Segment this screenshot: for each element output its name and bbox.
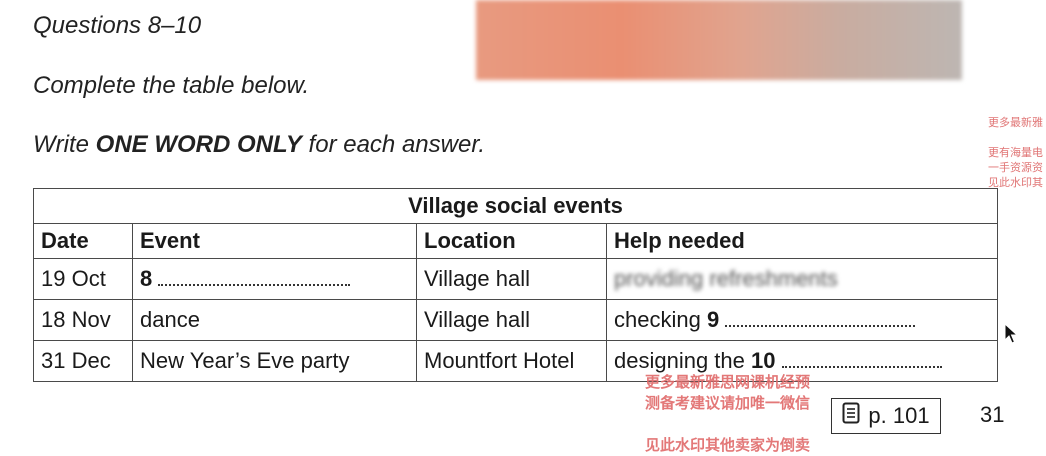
watermark-line: 更多最新雅 [988,117,1043,129]
document-icon [842,402,860,430]
question-number-9: 9 [706,307,720,332]
village-events-table: Village social events Date Event Locatio… [33,188,998,382]
watermark-line: 更多最新雅思网课机经预 [645,374,811,391]
table-caption-row: Village social events [33,188,998,224]
watermark-line: 更有海量电 [988,147,1043,159]
event-cell: New Year’s Eve party [132,340,417,382]
help-cell: checking 9 [606,299,998,341]
column-header-event: Event [132,223,417,259]
watermark-line: 见此水印其 [988,177,1043,189]
watermark-line: 一手资源资 [988,162,1043,174]
page-reference-box[interactable]: p. 101 [831,398,941,434]
instruction-word-limit-bold: ONE WORD ONLY [95,131,302,158]
help-cell: providing refreshments [606,258,998,300]
watermark-bottom: 更多最新雅思网课机经预 测备考建议请加唯一微信 见此水印其他卖家为倒卖 [645,372,810,456]
answer-blank-8[interactable] [158,270,351,286]
help-text-partially-blurred: providing refreshments [614,266,838,291]
questions-title: Questions 8–10 [33,12,202,39]
column-header-help: Help needed [606,223,998,259]
blurred-image-region [476,0,962,80]
help-text: designing the [614,348,751,373]
event-cell: dance [132,299,417,341]
instruction-suffix: for each answer. [301,131,486,158]
question-number-10: 10 [751,348,776,373]
mouse-pointer-icon [1004,322,1019,350]
instruction-prefix: Write [33,131,96,158]
date-cell: 31 Dec [33,340,133,382]
answer-blank-10[interactable] [781,352,942,368]
instruction-complete-table: Complete the table below. [33,72,310,99]
table-header-row: Date Event Location Help needed [33,223,998,259]
location-cell: Village hall [416,299,607,341]
watermark-right: 更多最新雅 更有海量电 一手资源资 见此水印其 [988,116,1043,191]
table-row: 19 Oct 8 Village hall providing refreshm… [33,258,998,300]
page-reference-label: p. 101 [868,403,930,428]
page-number: 31 [980,402,1005,427]
watermark-line: 见此水印其他卖家为倒卖 [645,437,811,454]
table-row: 18 Nov dance Village hall checking 9 [33,299,998,341]
table-caption: Village social events [33,188,998,224]
column-header-location: Location [416,223,607,259]
question-number-8: 8 [140,266,153,291]
instruction-word-limit: Write ONE WORD ONLY for each answer. [33,131,485,159]
answer-blank-9[interactable] [725,311,916,327]
watermark-line: 测备考建议请加唯一微信 [645,395,811,412]
location-cell: Village hall [416,258,607,300]
date-cell: 19 Oct [33,258,133,300]
table-row: 31 Dec New Year’s Eve party Mountfort Ho… [33,340,998,382]
column-header-date: Date [33,223,133,259]
date-cell: 18 Nov [33,299,133,341]
help-text: checking [614,307,707,332]
location-cell: Mountfort Hotel [416,340,607,382]
event-cell: 8 [132,258,417,300]
